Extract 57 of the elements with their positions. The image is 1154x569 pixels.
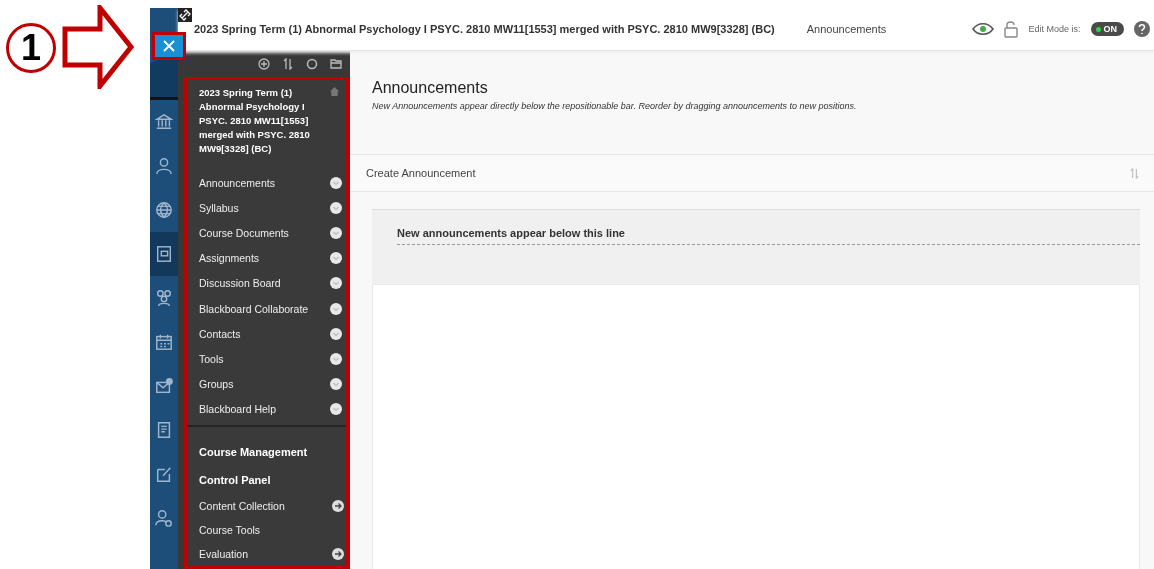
control-panel-heading: Control Panel <box>199 473 272 486</box>
create-announcement-button[interactable]: Create Announcement <box>354 163 488 183</box>
menu-item[interactable]: Contacts <box>199 327 241 340</box>
menu-item[interactable]: Blackboard Help <box>199 403 277 416</box>
add-icon[interactable] <box>258 58 270 70</box>
close-icon <box>163 40 175 52</box>
people-icon <box>155 289 173 307</box>
menu-item[interactable]: Course Documents <box>199 226 289 239</box>
folder-icon[interactable] <box>330 58 342 70</box>
envelope-icon <box>155 377 173 395</box>
help-icon[interactable] <box>1134 21 1150 37</box>
menu-item[interactable]: Announcements <box>199 176 275 189</box>
menu-item[interactable]: Course Tools <box>199 517 346 542</box>
arrow-circle-icon[interactable] <box>332 547 344 560</box>
chevron-circle-icon[interactable] <box>330 403 342 416</box>
chevron-circle-icon[interactable] <box>330 327 342 340</box>
step-number: 1 <box>6 23 56 73</box>
globe-icon <box>155 201 173 219</box>
calendar-icon <box>155 333 173 351</box>
edit-mode-toggle[interactable]: ON <box>1090 22 1124 36</box>
home-icon[interactable] <box>329 86 340 97</box>
person-icon <box>155 157 173 175</box>
arrow-circle-icon[interactable] <box>332 499 344 512</box>
menu-item[interactable]: Assignments <box>199 252 260 265</box>
chevron-circle-icon[interactable] <box>330 226 342 239</box>
arrow-icon <box>62 5 134 89</box>
institution-icon <box>155 113 173 131</box>
chevron-circle-icon[interactable] <box>330 378 342 391</box>
chevron-circle-icon[interactable] <box>330 302 342 315</box>
chevron-circle-icon[interactable] <box>330 352 342 365</box>
course-title[interactable]: 2023 Spring Term (1) Abnormal Psychology I PSYC. 2810 MW11[1553] merged with PSYC. 2810 MW9[3328] (BC) <box>199 86 325 156</box>
menu-item[interactable]: Content Collection <box>199 493 346 518</box>
section-heading: Course Management <box>199 445 309 458</box>
chevron-circle-icon[interactable] <box>330 176 342 189</box>
person-gear-icon <box>155 509 173 527</box>
eye-icon[interactable] <box>972 22 995 36</box>
edit-mode-label: Edit Mode is: <box>1028 24 1081 34</box>
sort-icon[interactable] <box>282 58 294 70</box>
menu-item[interactable]: Syllabus <box>199 201 239 214</box>
menu-item[interactable]: Blackboard Collaborate <box>199 302 309 315</box>
page-title: Announcements <box>372 79 489 97</box>
chevron-circle-icon[interactable] <box>330 252 342 265</box>
page-description: New Announcements appear directly below the repositionable bar. Reorder by dragging announcements to new positions. <box>372 101 858 111</box>
refresh-icon[interactable] <box>306 58 318 70</box>
chevron-circle-icon[interactable] <box>330 277 342 290</box>
menu-item[interactable]: Discussion Board <box>199 277 281 290</box>
menu-item[interactable]: Groups <box>199 378 234 391</box>
unlocked-lock-icon[interactable] <box>1004 20 1019 38</box>
course-title[interactable]: 2023 Spring Term (1) Abnormal Psychology I PSYC. 2810 MW11[1553] merged with PSYC. 2810 MW9[3328] (BC) <box>194 23 775 35</box>
link-icon[interactable] <box>178 8 192 22</box>
menu-item[interactable]: Tools <box>199 352 224 365</box>
divider-label: New announcements appear below this line <box>397 227 1140 245</box>
menu-item[interactable]: Evaluation <box>199 541 346 566</box>
book-icon <box>155 245 173 263</box>
breadcrumb[interactable]: Announcements <box>806 23 887 35</box>
document-icon <box>155 421 173 439</box>
chevron-circle-icon[interactable] <box>330 201 342 214</box>
